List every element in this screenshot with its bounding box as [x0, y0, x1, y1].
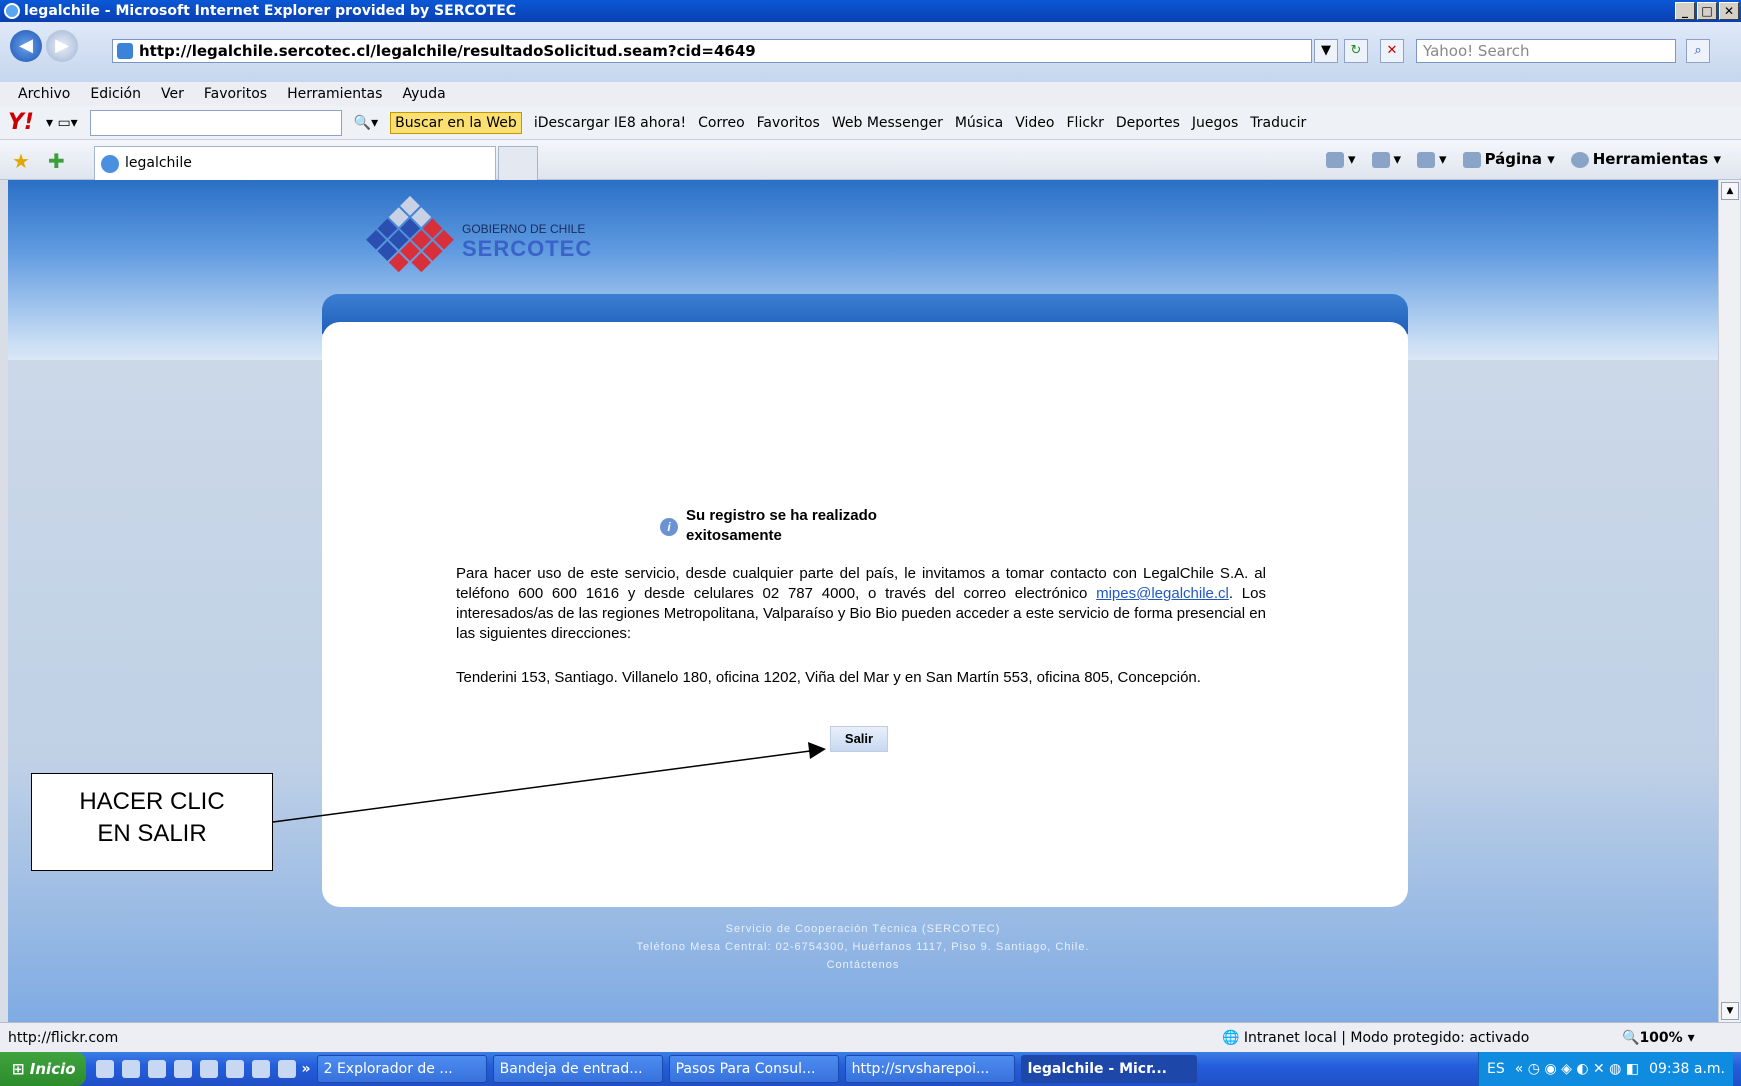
toolbar-item-games[interactable]: Juegos	[1192, 115, 1238, 131]
page-menu[interactable]: Página ▾	[1462, 150, 1555, 168]
clock: 09:38 a.m.	[1649, 1061, 1725, 1077]
toolbar-item-favorites[interactable]: Favoritos	[757, 115, 820, 131]
info-icon: i	[660, 518, 678, 536]
web-search-button[interactable]: Buscar en la Web	[390, 111, 522, 134]
menu-favoritos[interactable]: Favoritos	[204, 86, 267, 102]
app-icon[interactable]	[251, 1060, 270, 1078]
feeds-icon[interactable]: ▾	[1371, 150, 1401, 168]
close-button[interactable]: ✕	[1719, 2, 1739, 20]
url-field[interactable]: http://legalchile.sercotec.cl/legalchile…	[112, 39, 1312, 63]
menu-herramientas[interactable]: Herramientas	[287, 86, 382, 102]
instruction-callout: HACER CLIC EN SALIR	[31, 773, 273, 871]
print-icon[interactable]: ▾	[1417, 150, 1447, 168]
quick-launch	[92, 1060, 296, 1078]
refresh-icon[interactable]: ↻	[1344, 39, 1368, 63]
back-button[interactable]: ◀	[10, 30, 42, 62]
menu-edicion[interactable]: Edición	[90, 86, 141, 102]
minimize-button[interactable]: _	[1675, 2, 1695, 20]
zoom-level[interactable]: 🔍100% ▾	[1622, 1030, 1695, 1046]
yahoo-search-input[interactable]	[89, 109, 342, 136]
security-zone[interactable]: 🌐 Intranet local | Modo protegido: activ…	[1222, 1030, 1529, 1046]
tab-legalchile[interactable]: legalchile	[94, 146, 496, 180]
desktop-icon[interactable]	[95, 1060, 114, 1078]
language-indicator[interactable]: ES	[1487, 1061, 1505, 1077]
exit-button[interactable]: Salir	[830, 726, 888, 752]
tools-menu[interactable]: Herramientas ▾	[1570, 150, 1721, 168]
footer-phone: Teléfono Mesa Central: 02-6754300, Huérf…	[636, 941, 1090, 953]
menu-ayuda[interactable]: Ayuda	[402, 86, 445, 102]
task-legalchile[interactable]: legalchile - Micr...	[1020, 1055, 1197, 1083]
status-url: http://flickr.com	[8, 1030, 119, 1046]
task-inbox[interactable]: Bandeja de entrad...	[492, 1055, 663, 1083]
ie-tab-icon	[101, 155, 119, 173]
system-tray: ES « ◷ ◉ ◈ ◐ ✕ ◍ ◧ 09:38 a.m.	[1478, 1052, 1733, 1086]
window-title: legalchile - Microsoft Internet Explorer…	[24, 3, 517, 19]
footer-contact-link[interactable]: Contáctenos	[8, 956, 1718, 974]
page-footer: Servicio de Cooperación Técnica (SERCOTE…	[8, 920, 1718, 974]
menu-ver[interactable]: Ver	[161, 86, 184, 102]
url-text: http://legalchile.sercotec.cl/legalchile…	[139, 42, 756, 60]
yahoo-logo-icon[interactable]: Y!	[8, 110, 34, 135]
content-card: i Su registro se ha realizado exitosamen…	[322, 322, 1408, 907]
toolbar-item-music[interactable]: Música	[955, 115, 1003, 131]
task-pasos[interactable]: Pasos Para Consul...	[668, 1055, 839, 1083]
favorites-star-icon[interactable]: ★	[12, 149, 30, 173]
footer-org: Servicio de Cooperación Técnica (SERCOTE…	[725, 923, 1001, 935]
page-icon	[117, 43, 133, 59]
scroll-down-icon[interactable]: ▼	[1721, 1002, 1739, 1020]
taskbar: ⊞ Inicio » 2 Explorador de ... Bandeja d…	[0, 1052, 1741, 1086]
search-icon[interactable]: ⌕	[1686, 39, 1710, 63]
window-controls: _ □ ✕	[1675, 2, 1739, 20]
word-icon[interactable]	[199, 1060, 218, 1078]
email-link[interactable]: mipes@legalchile.cl	[1096, 585, 1229, 602]
toolbar-item-ie8[interactable]: iDescargar IE8 ahora!	[534, 115, 686, 131]
forward-button[interactable]: ▶	[46, 30, 78, 62]
status-bar: http://flickr.com 🌐 Intranet local | Mod…	[0, 1022, 1741, 1052]
start-button[interactable]: ⊞ Inicio	[0, 1052, 86, 1086]
favorites-bar: ★ ✚ legalchile ▾ ▾ ▾ Página ▾ Herramient…	[0, 140, 1741, 180]
home-icon[interactable]: ▾	[1325, 150, 1356, 168]
add-favorite-icon[interactable]: ✚	[48, 149, 65, 173]
tab-label: legalchile	[125, 155, 192, 171]
expand-icon[interactable]: »	[302, 1061, 311, 1077]
new-tab-button[interactable]	[498, 146, 538, 180]
address-text: Tenderini 153, Santiago. Villanelo 180, …	[456, 669, 1201, 686]
task-sharepoint[interactable]: http://srvsharepoi...	[844, 1055, 1015, 1083]
menu-bar: Archivo Edición Ver Favoritos Herramient…	[0, 82, 1741, 106]
messenger-icon[interactable]	[147, 1060, 166, 1078]
logo-government-text: GOBIERNO DE CHILE	[462, 222, 586, 236]
maximize-button[interactable]: □	[1697, 2, 1717, 20]
instructions-text: Para hacer uso de este servicio, desde c…	[456, 565, 1266, 642]
toolbar-item-video[interactable]: Video	[1015, 115, 1054, 131]
yahoo-toolbar: Y! ▾ ▭▾ 🔍▾ Buscar en la Web iDescargar I…	[0, 106, 1741, 140]
success-message: i Su registro se ha realizado exitosamen…	[660, 506, 877, 546]
logo-sercotec-text: SERCOTEC	[462, 236, 593, 261]
toolbar-item-mail[interactable]: Correo	[698, 115, 744, 131]
search-input[interactable]: Yahoo! Search	[1416, 39, 1676, 63]
toolbar-item-sports[interactable]: Deportes	[1116, 115, 1180, 131]
menu-archivo[interactable]: Archivo	[18, 86, 70, 102]
url-dropdown-button[interactable]: ▼	[1314, 39, 1338, 63]
window-titlebar: legalchile - Microsoft Internet Explorer…	[0, 0, 1741, 22]
address-bar: ◀ ▶ http://legalchile.sercotec.cl/legalc…	[0, 22, 1741, 82]
toolbar-item-flickr[interactable]: Flickr	[1067, 115, 1104, 131]
sercotec-logo: GOBIERNO DE CHILE SERCOTEC	[360, 194, 620, 294]
toolbar-item-messenger[interactable]: Web Messenger	[832, 115, 943, 131]
excel-icon[interactable]	[225, 1060, 244, 1078]
vertical-scrollbar[interactable]: ▲ ▼	[1718, 180, 1740, 1022]
page-viewport: GOBIERNO DE CHILE SERCOTEC i Su registro…	[8, 180, 1718, 1022]
magnifier-icon[interactable]: 🔍▾	[354, 115, 378, 131]
clock-app-icon[interactable]	[277, 1060, 296, 1078]
outlook-icon[interactable]	[173, 1060, 192, 1078]
ie-icon	[4, 3, 20, 19]
toolbar-item-translate[interactable]: Traducir	[1250, 115, 1306, 131]
command-bar: ▾ ▾ ▾ Página ▾ Herramientas ▾	[1325, 150, 1721, 168]
task-explorer[interactable]: 2 Explorador de ...	[316, 1055, 487, 1083]
toolbar-options-icon[interactable]: ▾ ▭▾	[46, 115, 78, 131]
tray-icons[interactable]: « ◷ ◉ ◈ ◐ ✕ ◍ ◧	[1515, 1061, 1639, 1077]
logo-diamonds-icon	[366, 195, 454, 273]
ie-quick-icon[interactable]	[121, 1060, 140, 1078]
scroll-up-icon[interactable]: ▲	[1721, 182, 1739, 200]
stop-icon[interactable]: ✕	[1380, 39, 1404, 63]
